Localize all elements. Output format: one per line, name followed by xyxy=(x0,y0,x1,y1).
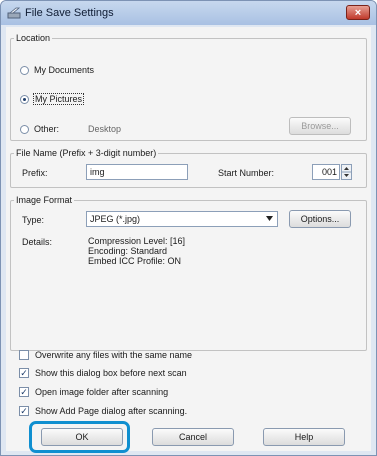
chevron-down-icon xyxy=(266,216,273,221)
spin-arrows-icon[interactable] xyxy=(341,164,352,180)
close-button[interactable]: × xyxy=(346,5,370,20)
radio-other[interactable] xyxy=(20,125,29,134)
options-button[interactable]: Options... xyxy=(289,210,351,228)
checkbox-overwrite[interactable] xyxy=(19,350,29,360)
checkbox-add-page[interactable]: ✓ xyxy=(19,406,29,416)
details-line: Encoding: Standard xyxy=(88,246,168,256)
details-label: Details: xyxy=(22,237,53,247)
scanner-icon xyxy=(7,7,21,19)
checkbox-show-dialog[interactable]: ✓ xyxy=(19,368,29,378)
browse-button[interactable]: Browse... xyxy=(289,117,351,135)
checkbox-open-folder-label: Open image folder after scanning xyxy=(35,387,169,397)
prefix-input[interactable]: img xyxy=(86,164,188,180)
checkbox-add-page-label: Show Add Page dialog after scanning. xyxy=(35,406,188,416)
start-number-input[interactable]: 001 xyxy=(312,164,340,180)
radio-my-documents-label: My Documents xyxy=(34,65,95,75)
checkbox-show-dialog-label: Show this dialog box before next scan xyxy=(35,368,187,378)
details-line: Embed ICC Profile: ON xyxy=(88,256,182,266)
radio-my-pictures[interactable] xyxy=(20,95,29,104)
title-bar[interactable]: File Save Settings × xyxy=(1,1,376,25)
details-text: Compression Level: [16] Encoding: Standa… xyxy=(88,236,185,266)
dialog-window: File Save Settings × Location My Documen… xyxy=(0,0,377,456)
type-select-value: JPEG (*.jpg) xyxy=(90,214,141,224)
radio-other-label: Other: xyxy=(34,124,60,134)
image-format-legend: Image Format xyxy=(16,195,73,205)
checkbox-open-folder[interactable]: ✓ xyxy=(19,387,29,397)
prefix-label: Prefix: xyxy=(22,168,48,178)
start-number-label: Start Number: xyxy=(218,168,275,178)
other-path-text: Desktop xyxy=(88,124,122,134)
radio-my-pictures-label: My Pictures xyxy=(33,93,85,105)
ok-highlight-callout xyxy=(29,421,130,453)
file-name-legend: File Name (Prefix + 3-digit number) xyxy=(16,148,157,158)
details-line: Compression Level: [16] xyxy=(88,236,186,246)
type-select[interactable]: JPEG (*.jpg) xyxy=(86,211,278,227)
dialog-body: Location My Documents My Pictures Other:… xyxy=(6,27,371,451)
window-title: File Save Settings xyxy=(25,7,114,19)
location-legend: Location xyxy=(16,33,51,43)
close-icon: × xyxy=(354,7,362,19)
help-button[interactable]: Help xyxy=(263,428,345,446)
cancel-button[interactable]: Cancel xyxy=(152,428,234,446)
checkbox-overwrite-label: Overwrite any files with the same name xyxy=(35,350,193,360)
radio-my-documents[interactable] xyxy=(20,66,29,75)
type-label: Type: xyxy=(22,215,45,225)
